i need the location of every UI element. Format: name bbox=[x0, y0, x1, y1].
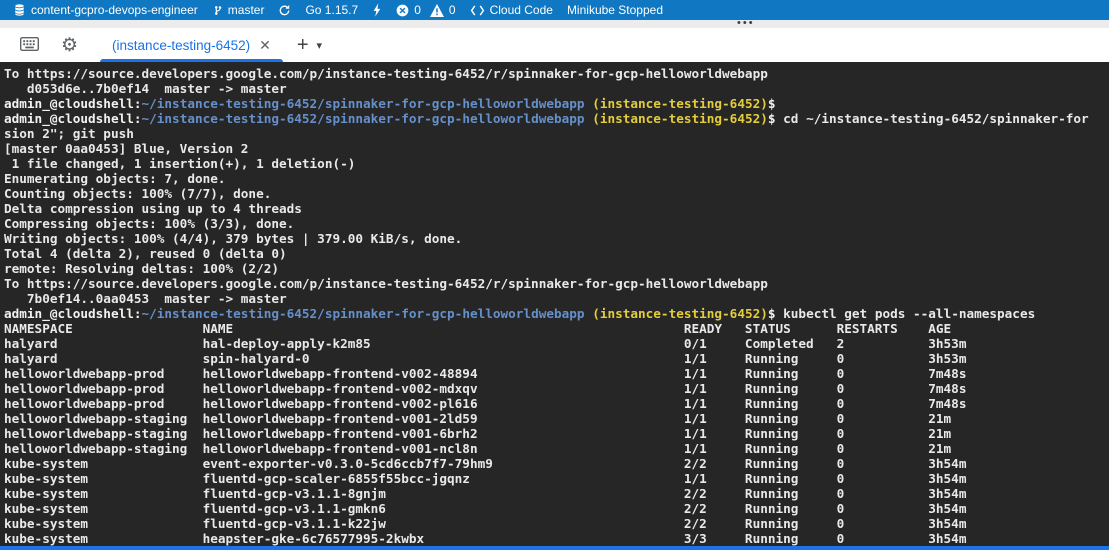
pods-table-row: halyard spin-halyard-0 1/1 Running 0 3h5… bbox=[4, 351, 1109, 366]
pods-table-row: kube-system fluentd-gcp-scaler-6855f55bc… bbox=[4, 471, 1109, 486]
git-branch-icon bbox=[212, 4, 223, 17]
pods-table-row: kube-system event-exporter-v0.3.0-5cd6cc… bbox=[4, 456, 1109, 471]
terminal-line: admin_@cloudshell:~/instance-testing-645… bbox=[4, 96, 1109, 111]
terminal-line: To https://source.developers.google.com/… bbox=[4, 276, 1109, 291]
terminal-line: Writing objects: 100% (4/4), 379 bytes |… bbox=[4, 231, 1109, 246]
minikube-label: Minikube Stopped bbox=[567, 3, 663, 17]
go-version-label: Go 1.15.7 bbox=[305, 3, 358, 17]
terminal-line: admin_@cloudshell:~/instance-testing-645… bbox=[4, 111, 1109, 126]
tab-menu-caret-icon[interactable]: ▾ bbox=[317, 39, 323, 52]
terminal-line: Compressing objects: 100% (3/3), done. bbox=[4, 216, 1109, 231]
panel-divider: ••• bbox=[0, 20, 1109, 28]
terminal-line: Total 4 (delta 2), reused 0 (delta 0) bbox=[4, 246, 1109, 261]
settings-button[interactable]: ⚙ bbox=[61, 36, 78, 55]
warning-count: 0 bbox=[449, 3, 456, 17]
go-version-indicator[interactable]: Go 1.15.7 bbox=[305, 0, 358, 20]
terminal-line: sion 2"; git push bbox=[4, 126, 1109, 141]
git-branch-indicator[interactable]: master bbox=[212, 0, 265, 20]
pods-table-row: kube-system fluentd-gcp-v3.1.1-8gnjm 2/2… bbox=[4, 486, 1109, 501]
window-bottom-edge bbox=[0, 546, 1109, 550]
terminal-line: Enumerating objects: 7, done. bbox=[4, 171, 1109, 186]
branch-label: master bbox=[228, 3, 265, 17]
keyboard-button[interactable] bbox=[20, 37, 39, 54]
terminal-line: [master 0aa0453] Blue, Version 2 bbox=[4, 141, 1109, 156]
close-tab-icon[interactable]: ✕ bbox=[259, 38, 271, 52]
pods-table-row: helloworldwebapp-prod helloworldwebapp-f… bbox=[4, 381, 1109, 396]
pods-table-row: helloworldwebapp-staging helloworldwebap… bbox=[4, 441, 1109, 456]
terminal-tab[interactable]: (instance-testing-6452) ✕ bbox=[100, 28, 283, 62]
terminal-line: remote: Resolving deltas: 100% (2/2) bbox=[4, 261, 1109, 276]
terminal-line: admin_@cloudshell:~/instance-testing-645… bbox=[4, 306, 1109, 321]
pods-table-row: kube-system fluentd-gcp-v3.1.1-gmkn6 2/2… bbox=[4, 501, 1109, 516]
pods-table-row: kube-system fluentd-gcp-v3.1.1-k22jw 2/2… bbox=[4, 516, 1109, 531]
pods-table-row: helloworldwebapp-staging helloworldwebap… bbox=[4, 411, 1109, 426]
terminal-line: d053d6e..7b0ef14 master -> master bbox=[4, 81, 1109, 96]
lightning-icon bbox=[372, 3, 382, 17]
cloud-shell-window: content-gcpro-devops-engineer master Go … bbox=[0, 0, 1109, 550]
keyboard-icon bbox=[20, 37, 39, 54]
problems-indicator[interactable]: 0 0 bbox=[396, 0, 455, 20]
error-icon bbox=[396, 4, 409, 17]
warning-icon bbox=[430, 4, 444, 17]
pods-table-row: helloworldwebapp-prod helloworldwebapp-f… bbox=[4, 366, 1109, 381]
terminal-line: 1 file changed, 1 insertion(+), 1 deleti… bbox=[4, 156, 1109, 171]
terminal-line: 7b0ef14..0aa0453 master -> master bbox=[4, 291, 1109, 306]
terminal-tab-bar: ⚙ (instance-testing-6452) ✕ + ▾ bbox=[0, 28, 1109, 62]
gear-icon: ⚙ bbox=[61, 36, 78, 55]
code-brackets-icon bbox=[470, 5, 485, 16]
database-icon bbox=[13, 3, 26, 17]
error-count: 0 bbox=[414, 3, 421, 17]
terminal-line: To https://source.developers.google.com/… bbox=[4, 66, 1109, 81]
terminal-line: Delta compression using up to 4 threads bbox=[4, 201, 1109, 216]
status-bar: content-gcpro-devops-engineer master Go … bbox=[0, 0, 1109, 20]
project-selector[interactable]: content-gcpro-devops-engineer bbox=[13, 0, 198, 20]
pods-table-row: helloworldwebapp-prod helloworldwebapp-f… bbox=[4, 396, 1109, 411]
pods-table-row: halyard hal-deploy-apply-k2m85 0/1 Compl… bbox=[4, 336, 1109, 351]
terminal-line: Counting objects: 100% (7/7), done. bbox=[4, 186, 1109, 201]
lightning-button[interactable] bbox=[372, 0, 382, 20]
pods-table-row: kube-system heapster-gke-6c76577995-2kwb… bbox=[4, 531, 1109, 546]
terminal-tab-label: (instance-testing-6452) bbox=[112, 38, 250, 53]
project-label: content-gcpro-devops-engineer bbox=[31, 3, 198, 17]
terminal-panel[interactable]: To https://source.developers.google.com/… bbox=[0, 62, 1109, 547]
add-tab-button[interactable]: + bbox=[297, 35, 309, 55]
cloud-code-button[interactable]: Cloud Code bbox=[470, 0, 553, 20]
sync-icon bbox=[278, 4, 291, 17]
pods-table-header: NAMESPACE NAME READY STATUS RESTARTS AGE bbox=[4, 321, 1109, 336]
sync-button[interactable] bbox=[278, 0, 291, 20]
pods-table-row: helloworldwebapp-staging helloworldwebap… bbox=[4, 426, 1109, 441]
terminal-output: To https://source.developers.google.com/… bbox=[4, 66, 1109, 546]
minikube-status[interactable]: Minikube Stopped bbox=[567, 0, 663, 20]
cloud-code-label: Cloud Code bbox=[490, 3, 553, 17]
